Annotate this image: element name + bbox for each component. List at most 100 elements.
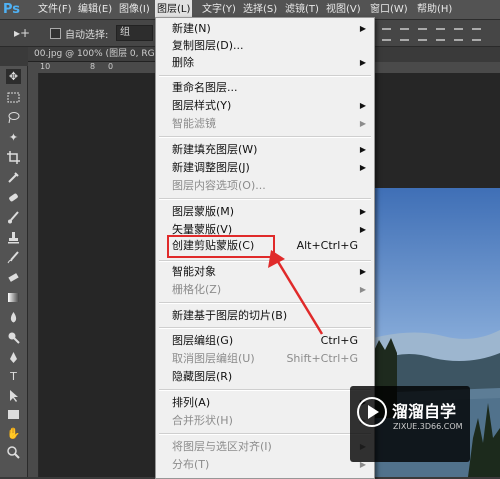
menu-item-label: 取消图层编组(U)	[172, 352, 255, 365]
watermark: 溜溜自学 ZIXUE.3D66.COM	[350, 386, 470, 462]
menu-item-label: 图层蒙版(M)	[172, 205, 235, 218]
menu-item-rename-layer[interactable]: 重命名图层...	[172, 80, 368, 96]
align-buttons	[382, 28, 481, 41]
menu-separator	[159, 198, 371, 200]
menu-item-new-layer-based-slice[interactable]: 新建基于图层的切片(B)	[172, 308, 368, 324]
menu-item-ungroup-layers: 取消图层编组(U) Shift+Ctrl+G	[172, 351, 368, 367]
brush-icon[interactable]	[6, 210, 21, 225]
menu-item-layer-mask[interactable]: 图层蒙版(M) ▶	[172, 204, 368, 220]
menu-item-label: 图层内容选项(O)...	[172, 179, 266, 192]
ruler-tick: 10	[40, 62, 51, 71]
menu-item-shortcut: Alt+Ctrl+G	[296, 239, 358, 252]
hand-icon[interactable]: ✋	[6, 426, 21, 441]
menu-item-align-layers-to-selection: 将图层与选区对齐(I)▶	[172, 439, 368, 455]
move-tool-icon[interactable]: ▸+	[14, 26, 30, 40]
watermark-title: 溜溜自学	[392, 402, 457, 421]
menu-item-group-layers[interactable]: 图层编组(G) Ctrl+G	[172, 333, 368, 349]
submenu-arrow-icon: ▶	[359, 101, 366, 110]
submenu-arrow-icon: ▶	[359, 119, 366, 128]
layer-menu: 新建(N) ▶ 复制图层(D)... 删除 ▶ 重命名图层... 图层样式(Y) ▶ …	[155, 17, 375, 479]
healing-brush-icon[interactable]	[6, 190, 21, 205]
submenu-arrow-icon: ▶	[359, 163, 366, 172]
menu-separator	[159, 302, 371, 304]
menu-item-combine-shapes: 合并形状(H)▶	[172, 413, 368, 429]
eyedropper-icon[interactable]	[6, 170, 21, 185]
menu-separator	[159, 327, 371, 329]
align-center-icon[interactable]	[454, 28, 463, 41]
submenu-arrow-icon: ▶	[359, 267, 366, 276]
menu-item-label: 栅格化(Z)	[172, 283, 222, 296]
menu-item-label: 智能对象	[172, 265, 216, 278]
menu-item-distribute: 分布(T) ▶	[172, 457, 368, 473]
zoom-icon[interactable]	[6, 445, 21, 460]
lasso-icon[interactable]	[6, 110, 21, 125]
submenu-arrow-icon: ▶	[359, 285, 366, 294]
menu-separator	[159, 389, 371, 391]
menu-item-label: 删除	[172, 56, 194, 69]
align-right-icon[interactable]	[472, 28, 481, 41]
menu-item-hide-layers[interactable]: 隐藏图层(R)	[172, 369, 368, 385]
dodge-icon[interactable]	[6, 330, 21, 345]
align-middle-icon[interactable]	[400, 28, 409, 41]
move-icon[interactable]: ✥	[6, 69, 21, 84]
menu-item-delete[interactable]: 删除 ▶	[172, 55, 368, 71]
magic-wand-icon[interactable]: ✦	[6, 130, 21, 145]
menu-item-label: 图层样式(Y)	[172, 99, 232, 112]
rectangle-icon[interactable]	[6, 407, 21, 422]
pen-icon[interactable]	[6, 350, 21, 365]
menu-item-smart-filter: 智能滤镜 ▶	[172, 116, 368, 132]
history-brush-icon[interactable]	[6, 250, 21, 265]
menu-item-new-fill-layer[interactable]: 新建填充图层(W) ▶	[172, 142, 368, 158]
menu-item-smart-object[interactable]: 智能对象 ▶	[172, 264, 368, 280]
menu-item-rasterize: 栅格化(Z) ▶	[172, 282, 368, 298]
photoshop-logo: Ps	[3, 2, 21, 17]
submenu-arrow-icon: ▶	[359, 24, 366, 33]
marquee-icon[interactable]	[6, 90, 21, 105]
watermark-subtitle: ZIXUE.3D66.COM	[393, 422, 463, 431]
ruler-tick: 8	[90, 62, 96, 71]
submenu-arrow-icon: ▶	[359, 225, 366, 234]
menu-item-shortcut: Ctrl+G	[320, 334, 358, 347]
menu-edit[interactable]: 编辑(E)	[76, 0, 114, 19]
align-top-icon[interactable]	[382, 28, 391, 41]
menu-item-new-adjustment-layer[interactable]: 新建调整图层(J) ▶	[172, 160, 368, 176]
play-logo-icon	[357, 397, 387, 427]
submenu-arrow-icon: ▶	[359, 145, 366, 154]
tools-panel: ✥ ✦ T ✋	[0, 66, 28, 477]
align-bottom-icon[interactable]	[418, 28, 427, 41]
menu-help[interactable]: 帮助(H)	[415, 0, 454, 19]
menu-item-label: 合并形状(H)	[172, 414, 233, 427]
crop-icon[interactable]	[6, 150, 21, 165]
document-tab[interactable]: 00.jpg @ 100% (图层 0, RGB	[28, 47, 162, 62]
path-selection-icon[interactable]	[6, 388, 21, 403]
menu-item-label: 新建基于图层的切片(B)	[172, 309, 288, 322]
menu-item-layer-style[interactable]: 图层样式(Y) ▶	[172, 98, 368, 114]
align-left-icon[interactable]	[436, 28, 445, 41]
menu-item-label: 复制图层(D)...	[172, 39, 244, 52]
clone-stamp-icon[interactable]	[6, 230, 21, 245]
menu-separator	[159, 433, 371, 435]
menu-item-arrange[interactable]: 排列(A)▶	[172, 395, 368, 411]
menu-item-label: 新建调整图层(J)	[172, 161, 250, 174]
auto-select-checkbox[interactable]	[50, 28, 61, 39]
gradient-icon[interactable]	[6, 290, 21, 305]
submenu-arrow-icon: ▶	[359, 58, 366, 67]
menu-item-label: 排列(A)	[172, 396, 211, 409]
menu-separator	[159, 136, 371, 138]
menu-item-label: 重命名图层...	[172, 81, 238, 94]
menu-item-layer-content-options: 图层内容选项(O)...	[172, 178, 368, 194]
eraser-icon[interactable]	[6, 270, 21, 285]
auto-select-label: 自动选择:	[65, 30, 109, 41]
menu-item-new[interactable]: 新建(N) ▶	[172, 21, 368, 37]
menu-file[interactable]: 文件(F)	[36, 0, 74, 19]
menu-image[interactable]: 图像(I)	[117, 0, 152, 19]
submenu-arrow-icon: ▶	[359, 207, 366, 216]
auto-select-dropdown[interactable]: 组	[116, 25, 153, 41]
menu-item-label: 将图层与选区对齐(I)	[172, 440, 272, 453]
highlight-box	[167, 235, 275, 258]
type-icon[interactable]: T	[6, 369, 21, 384]
vertical-ruler	[28, 73, 39, 477]
blur-icon[interactable]	[6, 310, 21, 325]
menu-item-duplicate-layer[interactable]: 复制图层(D)...	[172, 38, 368, 54]
menu-item-label: 隐藏图层(R)	[172, 370, 233, 383]
